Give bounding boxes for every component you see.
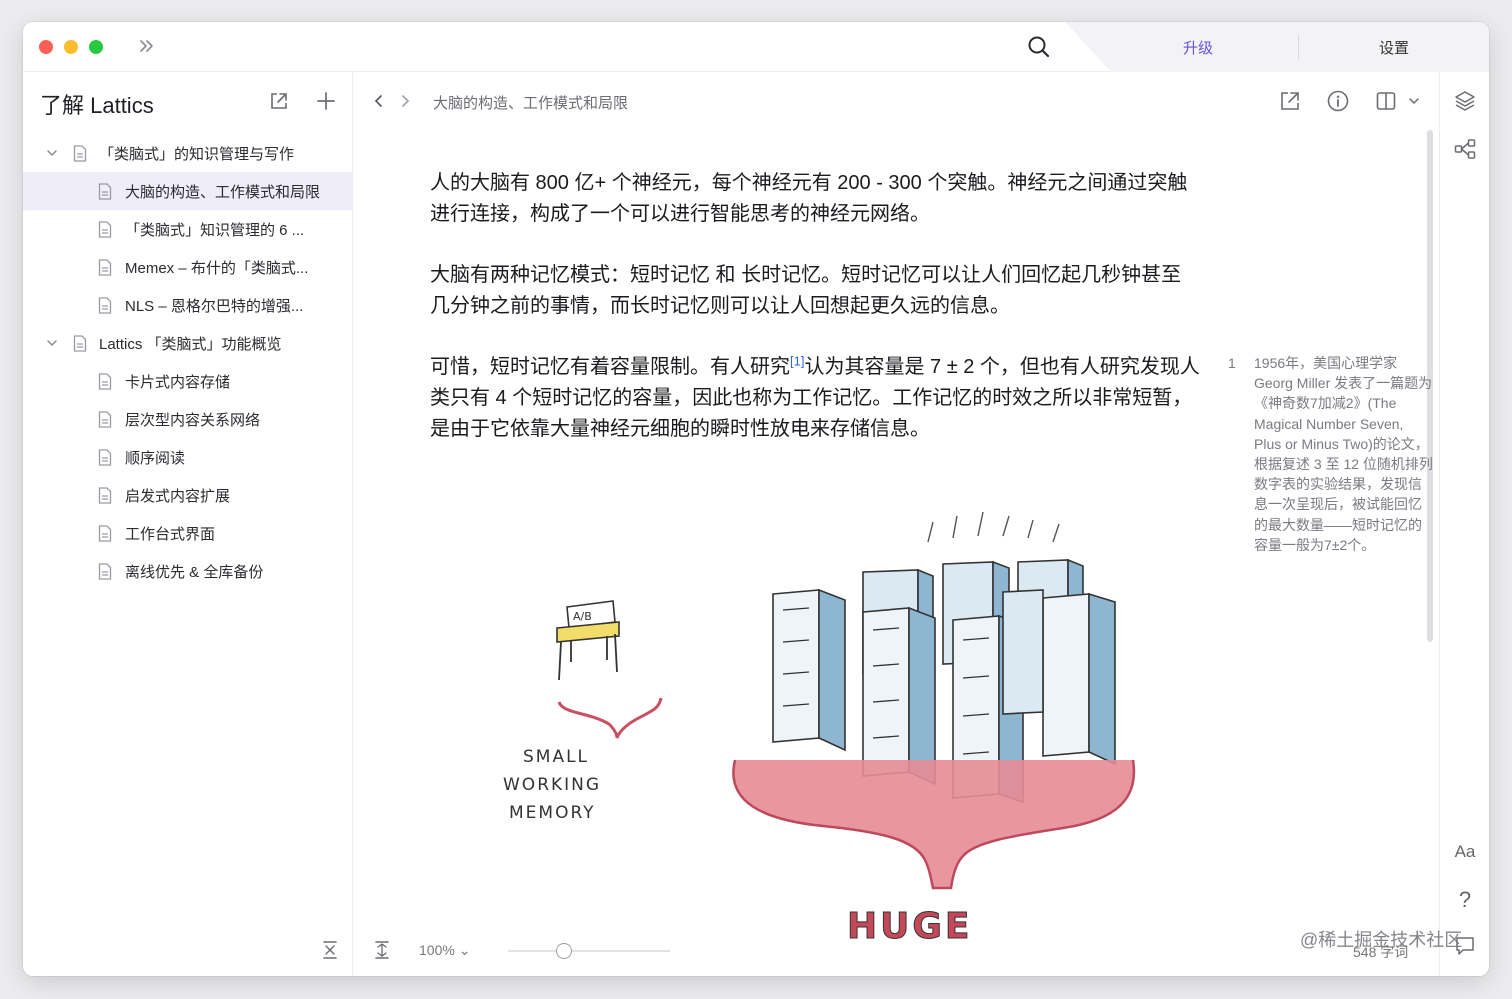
desk-note: A/B	[573, 610, 592, 623]
tree-item-label: 卡片式内容存储	[125, 373, 231, 391]
tree-item[interactable]: Lattics 「类脑式」功能概览	[23, 324, 353, 362]
zoom-slider[interactable]	[508, 943, 670, 959]
tree-item[interactable]: 离线优先 & 全库备份	[23, 552, 353, 590]
chevron-right-icon[interactable]	[397, 92, 413, 110]
document-icon	[98, 411, 112, 428]
open-external-icon[interactable]	[268, 90, 290, 112]
tree-item-label: 离线优先 & 全库备份	[125, 563, 264, 581]
document-icon	[98, 183, 112, 200]
document-icon	[98, 563, 112, 580]
expand-icon[interactable]	[137, 36, 157, 56]
tree-item-label: 「类脑式」知识管理的 6 ...	[125, 221, 305, 239]
tree-item-label: 顺序阅读	[125, 449, 186, 467]
collapse-icon[interactable]	[321, 940, 339, 960]
chevron-down-icon[interactable]	[45, 146, 59, 160]
maximize-window-button[interactable]	[89, 40, 103, 54]
open-external-icon[interactable]	[1278, 89, 1302, 113]
huge-label: HUGE	[847, 906, 973, 947]
paragraph: 可惜，短时记忆有着容量限制。有人研究[1]认为其容量是 7 ± 2 个，但也有人…	[430, 352, 1200, 445]
footnote-number: 1	[1228, 355, 1236, 371]
sidebar: 了解 Lattics 「类脑式」的知识管理与写作 大脑的构造、工作模式和局限 「…	[23, 72, 353, 976]
tree-item[interactable]: 顺序阅读	[23, 438, 353, 476]
tab-divider	[1298, 35, 1299, 59]
document-icon	[98, 525, 112, 542]
document-icon	[98, 297, 112, 314]
upgrade-tab[interactable]: 升级	[1183, 37, 1213, 58]
wrap-icon[interactable]	[373, 940, 391, 960]
tree-item-label: 大脑的构造、工作模式和局限	[125, 183, 321, 201]
right-rail: Aa ?	[1439, 72, 1489, 976]
memory-label: MEMORY	[509, 803, 596, 823]
title-bar: 升级 设置	[23, 22, 1489, 72]
titlebar-tab-area	[1065, 22, 1489, 72]
tree-item-active[interactable]: 大脑的构造、工作模式和局限	[23, 172, 353, 210]
document-icon	[98, 487, 112, 504]
paragraph-text: 可惜，短时记忆有着容量限制。有人研究	[430, 356, 790, 378]
paragraph: 人的大脑有 800 亿+ 个神经元，每个神经元有 200 - 300 个突触。神…	[430, 172, 1188, 225]
tree-item[interactable]: 层次型内容关系网络	[23, 400, 353, 438]
plus-icon[interactable]	[315, 90, 337, 112]
footnote-text: 1956年，美国心理学家 Georg Miller 发表了一篇题为《神奇数7加减…	[1254, 355, 1433, 553]
tree-item-label: NLS – 恩格尔巴特的增强...	[125, 297, 304, 315]
tree-item-label: 层次型内容关系网络	[125, 411, 261, 429]
filing-cabinets	[772, 511, 1116, 804]
zoom-slider-knob[interactable]	[556, 943, 572, 959]
document-icon	[98, 259, 112, 276]
graph-icon[interactable]	[1453, 137, 1477, 161]
tree-item-label: 工作台式界面	[125, 525, 216, 543]
footnote-link[interactable]: [1]	[790, 353, 804, 368]
split-view-icon[interactable]	[1374, 89, 1398, 113]
breadcrumb: 大脑的构造、工作模式和局限	[433, 95, 629, 112]
watermark: @稀土掘金技术社区	[1300, 930, 1463, 950]
document-icon	[73, 145, 87, 162]
document-tree: 「类脑式」的知识管理与写作 大脑的构造、工作模式和局限 「类脑式」知识管理的 6…	[23, 134, 353, 590]
tree-item-label: Lattics 「类脑式」功能概览	[99, 335, 282, 353]
chevron-down-icon[interactable]	[1405, 89, 1423, 113]
font-settings-button[interactable]: Aa	[1440, 842, 1489, 862]
tree-item[interactable]: 「类脑式」的知识管理与写作	[23, 134, 353, 172]
document-icon	[98, 221, 112, 238]
paragraph: 大脑有两种记忆模式：短时记忆 和 长时记忆。短时记忆可以让人们回忆起几秒钟甚至几…	[430, 264, 1182, 317]
chevron-down-icon[interactable]	[45, 336, 59, 350]
search-icon[interactable]	[1026, 34, 1052, 60]
small-label: SMALL	[523, 747, 589, 767]
working-label: WORKING	[503, 775, 601, 795]
tree-item[interactable]: NLS – 恩格尔巴特的增强...	[23, 286, 353, 324]
document-icon	[98, 449, 112, 466]
zoom-select[interactable]: 100% ⌄	[419, 942, 470, 959]
minimize-window-button[interactable]	[64, 40, 78, 54]
settings-tab[interactable]: 设置	[1379, 37, 1409, 58]
tree-item-label: Memex – 布什的「类脑式...	[125, 259, 309, 277]
close-window-button[interactable]	[39, 40, 53, 54]
app-window: 升级 设置 了解 Lattics 「类脑式」的知识管理与写作 大脑的构造、工作模…	[23, 22, 1489, 976]
tree-item[interactable]: 卡片式内容存储	[23, 362, 353, 400]
help-button[interactable]: ?	[1440, 887, 1489, 913]
layers-icon[interactable]	[1453, 89, 1477, 113]
tree-item[interactable]: 工作台式界面	[23, 514, 353, 552]
tree-item-label: 「类脑式」的知识管理与写作	[99, 145, 295, 163]
document-body[interactable]: 人的大脑有 800 亿+ 个神经元，每个神经元有 200 - 300 个突触。神…	[430, 168, 1200, 475]
tree-item[interactable]: 启发式内容扩展	[23, 476, 353, 514]
document-icon	[73, 335, 87, 352]
small-desk: A/B	[556, 600, 620, 681]
chevron-left-icon[interactable]	[371, 92, 387, 110]
document-icon	[98, 373, 112, 390]
tree-item-label: 启发式内容扩展	[125, 487, 231, 505]
info-icon[interactable]	[1326, 89, 1350, 113]
tree-item[interactable]: 「类脑式」知识管理的 6 ...	[23, 210, 353, 248]
tree-item[interactable]: Memex – 布什的「类脑式...	[23, 248, 353, 286]
sidebar-title: 了解 Lattics	[40, 93, 154, 118]
memory-illustration: A/B SMALL WORKING MEMORY HUGE	[503, 511, 1136, 948]
